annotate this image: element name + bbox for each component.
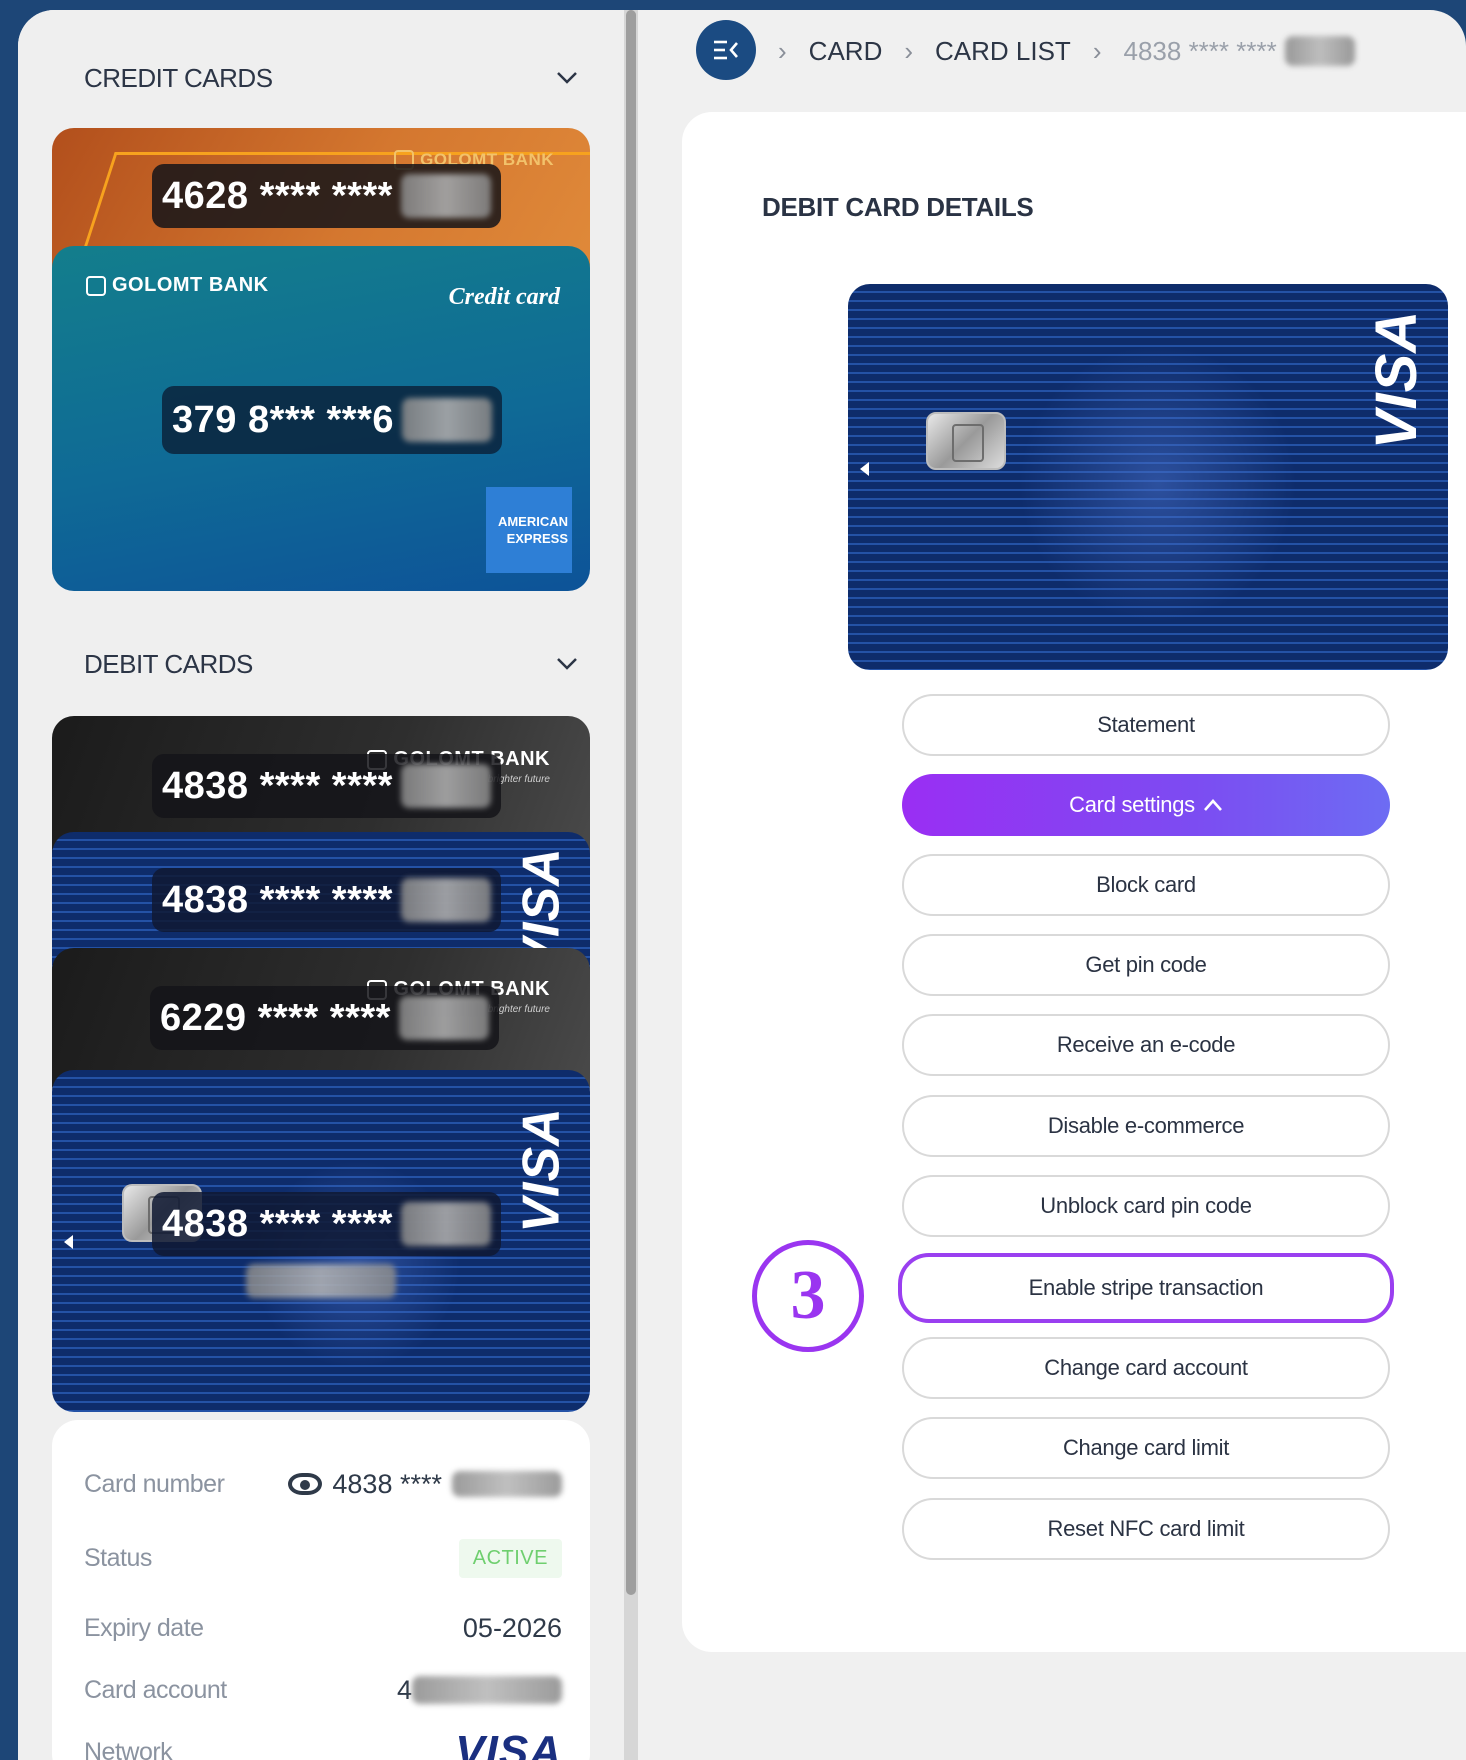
status-badge: ACTIVE [458,1538,562,1578]
debit-cards-title: DEBIT CARDS [84,648,253,679]
change-card-account-button[interactable]: Change card account [902,1337,1390,1399]
account-label: Card account [84,1675,227,1704]
step-marker: 3 [752,1240,864,1352]
masked-cardholder [246,1264,396,1303]
page-title: DEBIT CARD DETAILS [762,192,1034,222]
status-row: Status ACTIVE [84,1538,562,1578]
card-number-box: 6229 **** **** [150,986,499,1050]
reset-nfc-limit-button[interactable]: Reset NFC card limit [902,1498,1390,1560]
account-value: 4 [397,1675,562,1706]
masked-digits [400,1202,491,1246]
card-number-box: 379 8*** ***6 [162,386,503,454]
golomt-bank-logo: GOLOMT BANK [86,274,269,297]
eye-icon[interactable] [288,1473,323,1495]
enable-stripe-transaction-button[interactable]: Enable stripe transaction [898,1253,1394,1323]
visa-logo: VISA [1363,309,1429,450]
breadcrumb-card-list[interactable]: CARD LIST [935,36,1071,67]
chevron-down-icon[interactable] [550,61,584,95]
unblock-pin-code-button[interactable]: Unblock card pin code [902,1175,1390,1237]
card-number-label: Card number [84,1469,225,1498]
contactless-arrow-icon [64,1235,73,1249]
breadcrumb-current-card: 4838 **** **** [1124,36,1355,67]
contactless-arrow-icon [860,462,869,476]
card-settings-button[interactable]: Card settings [902,774,1390,836]
breadcrumb-card[interactable]: CARD [809,36,883,67]
credit-card-amex[interactable]: GOLOMT BANK Credit card 379 8*** ***6 AM… [52,246,590,591]
chevron-up-icon [1203,799,1222,811]
block-card-button[interactable]: Block card [902,854,1390,916]
chevron-right-icon: › [904,35,914,66]
expiry-value: 05-2026 [462,1612,562,1643]
card-number-box: 4628 **** **** [152,164,501,228]
masked-digits [452,1471,562,1497]
disable-e-commerce-button[interactable]: Disable e-commerce [902,1095,1390,1157]
credit-cards-header[interactable]: CREDIT CARDS [84,58,584,98]
chevron-down-icon[interactable] [550,647,584,681]
card-list-panel: CREDIT CARDS GOLOMT BANK 4628 **** **** … [18,10,638,1760]
masked-digits [400,878,491,922]
masked-digits [398,996,489,1040]
network-label: Network [84,1737,173,1760]
card-chip-icon [926,412,1006,470]
amex-logo: AMERICAN EXPRESS [486,487,572,573]
debit-card-visa-2[interactable]: VISA 4838 **** **** [52,1070,590,1412]
menu-collapse-button[interactable] [696,20,756,80]
masked-digits [400,764,491,808]
card-info-panel: Card number 4838 **** Status ACTIVE Expi… [52,1420,590,1760]
visa-logo: VISA [512,1107,571,1233]
expiry-row: Expiry date 05-2026 [84,1608,562,1648]
masked-digits [1284,36,1355,66]
selected-card-image: VISA [848,284,1448,670]
chevron-right-icon: › [778,35,787,66]
sidebar-scrollbar-thumb[interactable] [626,10,636,1595]
card-number-value: 4838 **** [288,1469,562,1500]
credit-cards-title: CREDIT CARDS [84,62,273,93]
breadcrumb: › CARD › CARD LIST › 4838 **** **** [778,30,1355,72]
visa-logo: VISA [455,1727,562,1760]
account-row: Card account 4 [84,1670,562,1710]
sidebar-scrollbar[interactable] [624,10,638,1760]
debit-cards-header[interactable]: DEBIT CARDS [84,644,584,684]
card-glow-decoration [1018,344,1298,624]
change-card-limit-button[interactable]: Change card limit [902,1417,1390,1479]
card-number-box: 4838 **** **** [152,868,501,932]
status-label: Status [84,1543,152,1572]
card-number-row: Card number 4838 **** [84,1464,562,1504]
golomt-logo-icon [86,275,106,296]
masked-digits [400,174,491,218]
chevron-right-icon: › [1092,35,1102,66]
receive-e-code-button[interactable]: Receive an e-code [902,1014,1390,1076]
card-number-box: 4838 **** **** [152,1192,501,1256]
menu-collapse-icon [714,40,738,60]
masked-digits [402,398,493,442]
card-number-box: 4838 **** **** [152,754,501,818]
expiry-label: Expiry date [84,1613,204,1642]
masked-digits [412,1676,562,1704]
get-pin-code-button[interactable]: Get pin code [902,934,1390,996]
statement-button[interactable]: Statement [902,694,1390,756]
credit-card-label: Credit card [448,284,560,310]
network-row: Network VISA [84,1727,562,1760]
